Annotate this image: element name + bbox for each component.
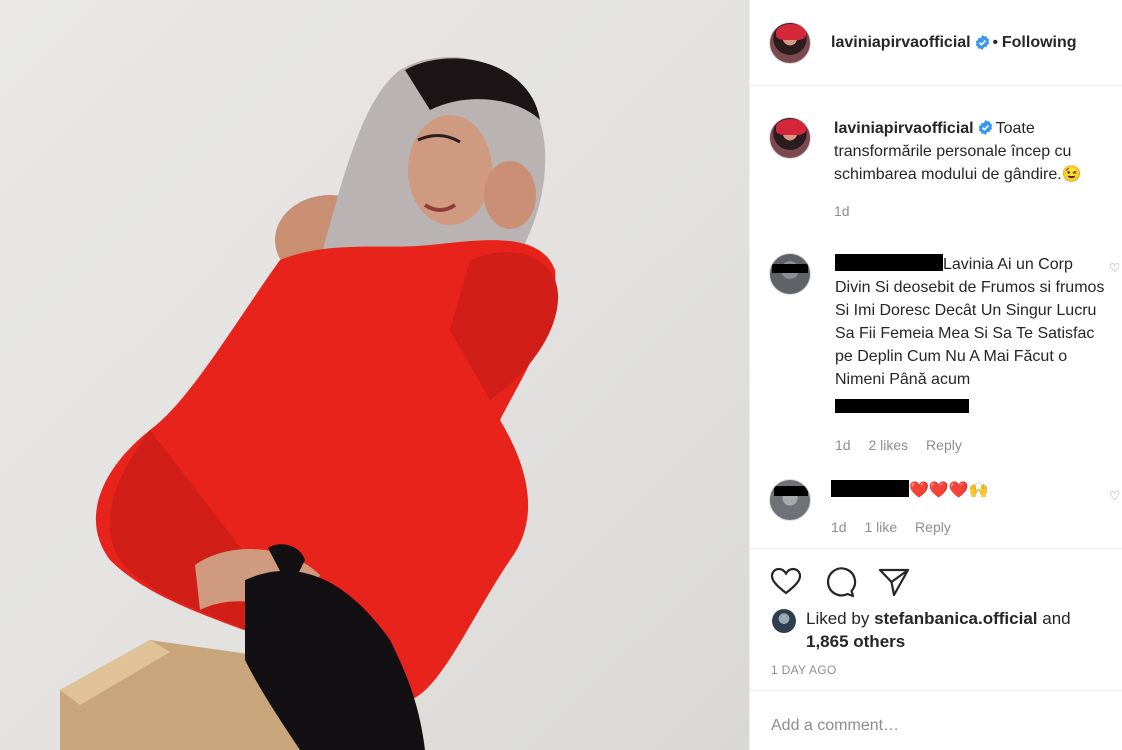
comment-meta: 1d 1 like Reply xyxy=(831,516,1101,539)
comments-list: laviniapirvaofficial Toate transformările… xyxy=(750,87,1122,547)
share-icon[interactable] xyxy=(877,565,911,599)
comment-meta: 1d 2 likes Reply xyxy=(835,434,1105,457)
comment-likes[interactable]: 2 likes xyxy=(868,437,908,453)
likes-count[interactable]: 1,865 others xyxy=(806,632,905,651)
verified-icon xyxy=(975,35,989,50)
liked-by-prefix: Liked by xyxy=(806,609,870,628)
reply-button[interactable]: Reply xyxy=(915,519,951,535)
comment-text: ❤️❤️❤️🙌 xyxy=(909,482,989,499)
action-icons xyxy=(769,565,911,599)
redaction-bar xyxy=(774,486,808,496)
comment-item: ❤️❤️❤️🙌 1d 1 like Reply ♡ xyxy=(769,479,1120,539)
post-photo[interactable] xyxy=(0,0,749,750)
comment-time: 1d xyxy=(835,437,851,453)
wink-emoji: 😉 xyxy=(1061,166,1082,183)
reply-button[interactable]: Reply xyxy=(926,437,962,453)
redacted-username xyxy=(831,480,909,497)
caption-author-avatar[interactable] xyxy=(769,117,811,159)
author-info: laviniapirvaofficial • Following xyxy=(831,34,1077,52)
redacted-mention xyxy=(835,399,969,413)
caption: laviniapirvaofficial Toate transformările… xyxy=(769,117,1114,223)
comment-likes[interactable]: 1 like xyxy=(864,519,897,535)
post-timestamp[interactable]: 1 DAY AGO xyxy=(771,663,837,677)
comment-item: Lavinia Ai un Corp Divin Si deosebit de … xyxy=(769,253,1120,457)
post-image-illustration xyxy=(60,56,559,750)
like-comment-icon[interactable]: ♡ xyxy=(1109,489,1120,503)
post-actions: Liked by stefanbanica.official and 1,865… xyxy=(750,548,1122,688)
comment-time: 1d xyxy=(831,519,847,535)
add-comment-input[interactable] xyxy=(771,717,1091,735)
following-button[interactable]: Following xyxy=(1002,34,1077,52)
commenter-avatar[interactable] xyxy=(769,479,811,521)
redaction-bar xyxy=(772,264,808,273)
liked-by-and: and xyxy=(1042,609,1071,628)
comment-body: Lavinia Ai un Corp Divin Si deosebit de … xyxy=(835,253,1105,457)
comment-text: Lavinia Ai un Corp Divin Si deosebit de … xyxy=(835,256,1105,388)
liker-username[interactable]: stefanbanica.official xyxy=(874,609,1037,628)
heart-icon[interactable] xyxy=(769,565,803,599)
add-comment-bar xyxy=(750,690,1122,750)
caption-meta: 1d xyxy=(834,200,1104,223)
author-avatar[interactable] xyxy=(769,21,811,64)
comment-body: ❤️❤️❤️🙌 1d 1 like Reply xyxy=(831,479,1101,539)
comment-icon[interactable] xyxy=(823,565,857,599)
author-username[interactable]: laviniapirvaofficial xyxy=(831,34,971,52)
post-header: laviniapirvaofficial • Following xyxy=(750,0,1122,86)
like-comment-icon[interactable]: ♡ xyxy=(1109,261,1120,275)
caption-author-username[interactable]: laviniapirvaofficial xyxy=(834,120,974,137)
post-detail-panel: laviniapirvaofficial • Following lavinia… xyxy=(749,0,1122,750)
commenter-avatar[interactable] xyxy=(769,253,811,295)
caption-time: 1d xyxy=(834,203,850,219)
redacted-username xyxy=(835,254,943,271)
liked-by: Liked by stefanbanica.official and 1,865… xyxy=(772,607,1071,653)
liker-avatar[interactable] xyxy=(772,609,796,633)
caption-body: laviniapirvaofficial Toate transformările… xyxy=(834,117,1104,223)
header-separator: • xyxy=(992,34,998,51)
verified-icon xyxy=(978,120,992,135)
